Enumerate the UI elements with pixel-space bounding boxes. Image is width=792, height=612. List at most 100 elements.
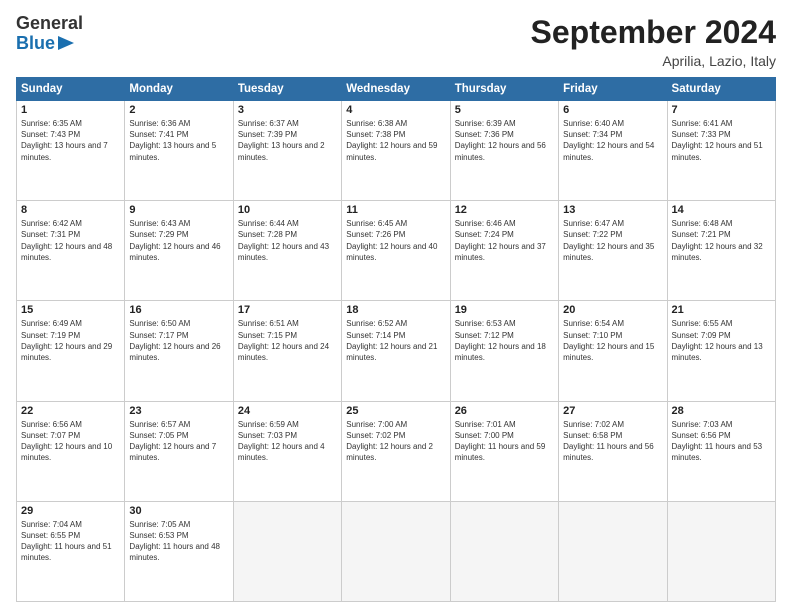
weekday-header-tuesday: Tuesday bbox=[233, 78, 341, 101]
day-number: 18 bbox=[346, 304, 445, 316]
day-number: 15 bbox=[21, 304, 120, 316]
day-number: 26 bbox=[455, 405, 554, 417]
calendar-cell: 30 Sunrise: 7:05 AM Sunset: 6:53 PM Dayli… bbox=[125, 501, 233, 601]
day-number: 13 bbox=[563, 204, 662, 216]
cell-daylight-info: Sunrise: 7:03 AM Sunset: 6:56 PM Dayligh… bbox=[672, 419, 771, 464]
cell-daylight-info: Sunrise: 7:05 AM Sunset: 6:53 PM Dayligh… bbox=[129, 519, 228, 564]
calendar-cell: 25 Sunrise: 7:00 AM Sunset: 7:02 PM Dayli… bbox=[342, 401, 450, 501]
cell-daylight-info: Sunrise: 6:39 AM Sunset: 7:36 PM Dayligh… bbox=[455, 118, 554, 163]
cell-daylight-info: Sunrise: 6:47 AM Sunset: 7:22 PM Dayligh… bbox=[563, 218, 662, 263]
logo: General Blue bbox=[16, 14, 83, 54]
day-number: 22 bbox=[21, 405, 120, 417]
day-number: 7 bbox=[672, 104, 771, 116]
calendar-cell: 28 Sunrise: 7:03 AM Sunset: 6:56 PM Dayli… bbox=[667, 401, 775, 501]
calendar-week-row: 22 Sunrise: 6:56 AM Sunset: 7:07 PM Dayli… bbox=[17, 401, 776, 501]
day-number: 25 bbox=[346, 405, 445, 417]
calendar-cell: 23Sunrise: 6:57 AM Sunset: 7:05 PM Dayli… bbox=[125, 401, 233, 501]
cell-daylight-info: Sunrise: 7:00 AM Sunset: 7:02 PM Dayligh… bbox=[346, 419, 445, 464]
cell-daylight-info: Sunrise: 7:04 AM Sunset: 6:55 PM Dayligh… bbox=[21, 519, 120, 564]
cell-daylight-info: Sunrise: 6:54 AM Sunset: 7:10 PM Dayligh… bbox=[563, 318, 662, 363]
day-number: 17 bbox=[238, 304, 337, 316]
cell-daylight-info: Sunrise: 7:02 AM Sunset: 6:58 PM Dayligh… bbox=[563, 419, 662, 464]
calendar-cell bbox=[233, 501, 341, 601]
calendar-cell: 3 Sunrise: 6:37 AM Sunset: 7:39 PM Daylig… bbox=[233, 101, 341, 201]
cell-daylight-info: Sunrise: 6:44 AM Sunset: 7:28 PM Dayligh… bbox=[238, 218, 337, 263]
cell-daylight-info: Sunrise: 6:51 AM Sunset: 7:15 PM Dayligh… bbox=[238, 318, 337, 363]
calendar-cell: 11 Sunrise: 6:45 AM Sunset: 7:26 PM Dayli… bbox=[342, 201, 450, 301]
calendar-cell: 18 Sunrise: 6:52 AM Sunset: 7:14 PM Dayli… bbox=[342, 301, 450, 401]
calendar-week-row: 8 Sunrise: 6:42 AM Sunset: 7:31 PM Daylig… bbox=[17, 201, 776, 301]
cell-daylight-info: Sunrise: 6:45 AM Sunset: 7:26 PM Dayligh… bbox=[346, 218, 445, 263]
calendar-cell: 20Sunrise: 6:54 AM Sunset: 7:10 PM Dayli… bbox=[559, 301, 667, 401]
day-number: 28 bbox=[672, 405, 771, 417]
cell-daylight-info: Sunrise: 6:38 AM Sunset: 7:38 PM Dayligh… bbox=[346, 118, 445, 163]
day-number: 5 bbox=[455, 104, 554, 116]
cell-daylight-info: Sunrise: 6:41 AM Sunset: 7:33 PM Dayligh… bbox=[672, 118, 771, 163]
cell-daylight-info: Sunrise: 6:48 AM Sunset: 7:21 PM Dayligh… bbox=[672, 218, 771, 263]
cell-daylight-info: Sunrise: 7:01 AM Sunset: 7:00 PM Dayligh… bbox=[455, 419, 554, 464]
day-number: 14 bbox=[672, 204, 771, 216]
title-block: September 2024 Aprilia, Lazio, Italy bbox=[531, 14, 776, 69]
calendar-cell: 19 Sunrise: 6:53 AM Sunset: 7:12 PM Dayli… bbox=[450, 301, 558, 401]
cell-daylight-info: Sunrise: 6:56 AM Sunset: 7:07 PM Dayligh… bbox=[21, 419, 120, 464]
cell-daylight-info: Sunrise: 6:52 AM Sunset: 7:14 PM Dayligh… bbox=[346, 318, 445, 363]
day-number: 19 bbox=[455, 304, 554, 316]
calendar-cell: 24 Sunrise: 6:59 AM Sunset: 7:03 PM Dayli… bbox=[233, 401, 341, 501]
day-number: 27 bbox=[563, 405, 662, 417]
day-number: 8 bbox=[21, 204, 120, 216]
calendar-cell: 10 Sunrise: 6:44 AM Sunset: 7:28 PM Dayli… bbox=[233, 201, 341, 301]
cell-daylight-info: Sunrise: 6:50 AM Sunset: 7:17 PM Dayligh… bbox=[129, 318, 228, 363]
day-number: 29 bbox=[21, 505, 120, 517]
day-number: 11 bbox=[346, 204, 445, 216]
calendar-cell bbox=[342, 501, 450, 601]
cell-daylight-info: Sunrise: 6:55 AM Sunset: 7:09 PM Dayligh… bbox=[672, 318, 771, 363]
weekday-header-friday: Friday bbox=[559, 78, 667, 101]
day-number: 4 bbox=[346, 104, 445, 116]
month-title: September 2024 bbox=[531, 14, 776, 51]
day-number: 10 bbox=[238, 204, 337, 216]
logo-arrow-icon bbox=[58, 34, 78, 52]
calendar-cell: 14 Sunrise: 6:48 AM Sunset: 7:21 PM Dayli… bbox=[667, 201, 775, 301]
cell-daylight-info: Sunrise: 6:46 AM Sunset: 7:24 PM Dayligh… bbox=[455, 218, 554, 263]
cell-daylight-info: Sunrise: 6:59 AM Sunset: 7:03 PM Dayligh… bbox=[238, 419, 337, 464]
page: General Blue September 2024 Aprilia, Laz… bbox=[0, 0, 792, 612]
cell-daylight-info: Sunrise: 6:37 AM Sunset: 7:39 PM Dayligh… bbox=[238, 118, 337, 163]
cell-daylight-info: Sunrise: 6:53 AM Sunset: 7:12 PM Dayligh… bbox=[455, 318, 554, 363]
cell-daylight-info: Sunrise: 6:49 AM Sunset: 7:19 PM Dayligh… bbox=[21, 318, 120, 363]
day-number: 2 bbox=[129, 104, 228, 116]
cell-daylight-info: Sunrise: 6:42 AM Sunset: 7:31 PM Dayligh… bbox=[21, 218, 120, 263]
day-number: 12 bbox=[455, 204, 554, 216]
day-number: 9 bbox=[129, 204, 228, 216]
calendar-cell: 22 Sunrise: 6:56 AM Sunset: 7:07 PM Dayli… bbox=[17, 401, 125, 501]
day-number: 21 bbox=[672, 304, 771, 316]
calendar-cell: 5 Sunrise: 6:39 AM Sunset: 7:36 PM Daylig… bbox=[450, 101, 558, 201]
calendar-cell: 26 Sunrise: 7:01 AM Sunset: 7:00 PM Dayli… bbox=[450, 401, 558, 501]
calendar-cell: 13 Sunrise: 6:47 AM Sunset: 7:22 PM Dayli… bbox=[559, 201, 667, 301]
cell-daylight-info: Sunrise: 6:57 AM Sunset: 7:05 PM Dayligh… bbox=[129, 419, 228, 464]
day-number: 3 bbox=[238, 104, 337, 116]
cell-daylight-info: Sunrise: 6:36 AM Sunset: 7:41 PM Dayligh… bbox=[129, 118, 228, 163]
calendar-cell bbox=[667, 501, 775, 601]
day-number: 30 bbox=[129, 505, 228, 517]
calendar-cell: 29 Sunrise: 7:04 AM Sunset: 6:55 PM Dayli… bbox=[17, 501, 125, 601]
calendar-cell: 27 Sunrise: 7:02 AM Sunset: 6:58 PM Dayli… bbox=[559, 401, 667, 501]
weekday-header-saturday: Saturday bbox=[667, 78, 775, 101]
cell-daylight-info: Sunrise: 6:43 AM Sunset: 7:29 PM Dayligh… bbox=[129, 218, 228, 263]
calendar-cell: 4 Sunrise: 6:38 AM Sunset: 7:38 PM Daylig… bbox=[342, 101, 450, 201]
logo-blue: Blue bbox=[16, 34, 55, 54]
weekday-header-thursday: Thursday bbox=[450, 78, 558, 101]
logo-general: General bbox=[16, 14, 83, 34]
day-number: 16 bbox=[129, 304, 228, 316]
day-number: 24 bbox=[238, 405, 337, 417]
calendar-cell bbox=[559, 501, 667, 601]
calendar-cell: 21 Sunrise: 6:55 AM Sunset: 7:09 PM Dayli… bbox=[667, 301, 775, 401]
calendar-cell: 12 Sunrise: 6:46 AM Sunset: 7:24 PM Dayli… bbox=[450, 201, 558, 301]
calendar-cell bbox=[450, 501, 558, 601]
calendar-week-row: 15 Sunrise: 6:49 AM Sunset: 7:19 PM Dayli… bbox=[17, 301, 776, 401]
calendar-table: SundayMondayTuesdayWednesdayThursdayFrid… bbox=[16, 77, 776, 602]
calendar-week-row: 29 Sunrise: 7:04 AM Sunset: 6:55 PM Dayli… bbox=[17, 501, 776, 601]
calendar-cell: 17 Sunrise: 6:51 AM Sunset: 7:15 PM Dayli… bbox=[233, 301, 341, 401]
calendar-week-row: 1Sunrise: 6:35 AM Sunset: 7:43 PM Daylig… bbox=[17, 101, 776, 201]
day-number: 1 bbox=[21, 104, 120, 116]
day-number: 6 bbox=[563, 104, 662, 116]
